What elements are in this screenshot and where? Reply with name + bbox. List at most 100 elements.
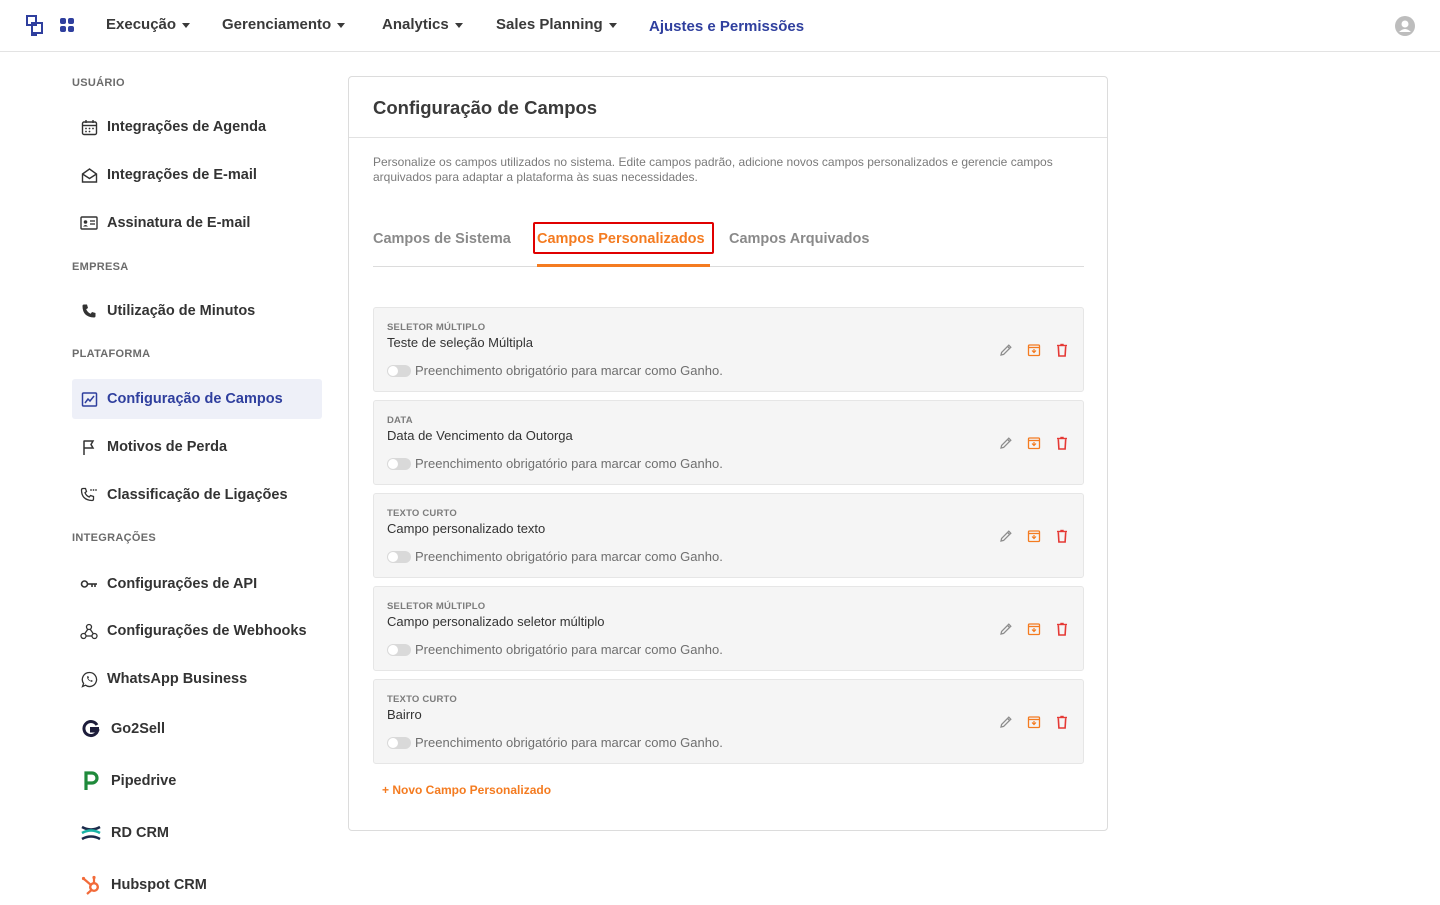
nav-ajustes-label: Ajustes e Permissões [649, 18, 805, 35]
sidebar-item-label: Motivos de Perda [107, 439, 228, 455]
archive-button[interactable] [1026, 528, 1042, 544]
field-tabs: Campos de Sistema Campos Personalizados … [373, 222, 1084, 267]
archive-button[interactable] [1026, 714, 1042, 730]
delete-button[interactable] [1054, 435, 1070, 451]
user-avatar-icon[interactable] [1395, 16, 1415, 36]
phone-rating-icon [80, 486, 98, 504]
pipedrive-logo-icon [80, 771, 102, 790]
field-type: SELETOR MÚLTIPLO [387, 601, 486, 612]
sidebar-item-motivos-perda[interactable]: Motivos de Perda [72, 427, 322, 467]
field-type: SELETOR MÚLTIPLO [387, 322, 486, 333]
required-toggle-label: Preenchimento obrigatório para marcar co… [415, 456, 723, 471]
sidebar-item-integracoes-agenda[interactable]: Integrações de Agenda [72, 107, 322, 147]
sidebar-item-rd-crm[interactable]: RD CRM [72, 813, 322, 853]
archive-icon [1027, 344, 1041, 357]
nav-gerenciamento[interactable]: Gerenciamento [222, 16, 346, 33]
nav-gerenciamento-label: Gerenciamento [222, 16, 332, 33]
required-toggle[interactable] [387, 365, 411, 377]
field-configuration-card: Configuração de Campos Personalize os ca… [348, 76, 1108, 831]
calendar-icon [80, 118, 98, 136]
field-row: SELETOR MÚLTIPLO Teste de seleção Múltip… [373, 307, 1084, 392]
archive-button[interactable] [1026, 435, 1042, 451]
nav-analytics[interactable]: Analytics [382, 16, 463, 33]
add-custom-field-button[interactable]: + Novo Campo Personalizado [382, 783, 551, 797]
pencil-icon [1000, 344, 1012, 356]
sidebar-item-utilizacao-minutos[interactable]: Utilização de Minutos [72, 291, 322, 331]
sidebar-item-configuracoes-api[interactable]: Configurações de API [72, 564, 322, 604]
page-title: Configuração de Campos [373, 97, 598, 118]
required-toggle-label: Preenchimento obrigatório para marcar co… [415, 549, 723, 564]
sidebar-item-label: Pipedrive [111, 773, 177, 789]
field-row: TEXTO CURTO Campo personalizado texto Pr… [373, 493, 1084, 578]
archive-icon [1027, 530, 1041, 543]
sidebar-item-integracoes-email[interactable]: Integrações de E-mail [72, 155, 322, 195]
sidebar-item-go2sell[interactable]: Go2Sell [72, 709, 322, 749]
sidebar-item-assinatura-email[interactable]: Assinatura de E-mail [72, 203, 322, 243]
sidebar-item-hubspot-crm[interactable]: Hubspot CRM [72, 865, 322, 905]
edit-button[interactable] [998, 342, 1014, 358]
pencil-icon [1000, 623, 1012, 635]
edit-button[interactable] [998, 621, 1014, 637]
sidebar-item-label: Integrações de Agenda [107, 119, 267, 135]
nav-execucao[interactable]: Execução [106, 16, 191, 33]
delete-button[interactable] [1054, 528, 1070, 544]
top-navigation-bar: Execução Gerenciamento Analytics Sales P… [0, 0, 1440, 52]
archive-icon [1027, 437, 1041, 450]
tab-campos-arquivados[interactable]: Campos Arquivados [729, 231, 869, 247]
sidebar-item-label: Configuração de Campos [107, 391, 283, 407]
section-title-integracoes: INTEGRAÇÕES [72, 532, 156, 544]
sidebar-item-label: Go2Sell [111, 721, 165, 737]
delete-button[interactable] [1054, 621, 1070, 637]
required-toggle-label: Preenchimento obrigatório para marcar co… [415, 363, 723, 378]
field-name: Bairro [387, 707, 422, 722]
apps-grid-icon[interactable] [59, 17, 75, 33]
trash-icon [1057, 622, 1067, 636]
sidebar-item-whatsapp-business[interactable]: WhatsApp Business [72, 659, 322, 699]
edit-button[interactable] [998, 528, 1014, 544]
archive-button[interactable] [1026, 342, 1042, 358]
trash-icon [1057, 343, 1067, 357]
tab-campos-sistema[interactable]: Campos de Sistema [373, 231, 511, 247]
section-title-usuario: USUÁRIO [72, 77, 125, 89]
app-logo-icon[interactable] [26, 15, 44, 37]
sidebar-item-label: Configurações de Webhooks [107, 623, 307, 639]
webhook-icon [80, 622, 98, 640]
nav-sales-planning[interactable]: Sales Planning [496, 16, 617, 33]
sidebar-item-label: Assinatura de E-mail [107, 215, 251, 231]
sidebar-item-configuracoes-webhooks[interactable]: Configurações de Webhooks [72, 611, 322, 651]
signature-card-icon [80, 214, 98, 232]
field-name: Campo personalizado seletor múltiplo [387, 614, 605, 629]
archive-button[interactable] [1026, 621, 1042, 637]
edit-button[interactable] [998, 435, 1014, 451]
field-name: Teste de seleção Múltipla [387, 335, 533, 350]
required-toggle[interactable] [387, 551, 411, 563]
field-row: SELETOR MÚLTIPLO Campo personalizado sel… [373, 586, 1084, 671]
required-toggle[interactable] [387, 737, 411, 749]
field-name: Campo personalizado texto [387, 521, 546, 536]
sidebar-item-classificacao-ligacoes[interactable]: Classificação de Ligações [72, 475, 322, 515]
active-tab-indicator [537, 264, 710, 267]
pencil-icon [1000, 530, 1012, 542]
sidebar-item-label: RD CRM [111, 825, 169, 841]
chevron-down-icon [337, 23, 346, 28]
card-header: Configuração de Campos [349, 77, 1107, 138]
delete-button[interactable] [1054, 342, 1070, 358]
pencil-icon [1000, 716, 1012, 728]
field-row: DATA Data de Vencimento da Outorga Preen… [373, 400, 1084, 485]
tab-campos-personalizados[interactable]: Campos Personalizados [537, 231, 705, 247]
sidebar-item-configuracao-campos[interactable]: Configuração de Campos [72, 379, 322, 419]
required-toggle-label: Preenchimento obrigatório para marcar co… [415, 642, 723, 657]
sidebar-item-label: Classificação de Ligações [107, 487, 288, 503]
field-row: TEXTO CURTO Bairro Preenchimento obrigat… [373, 679, 1084, 764]
field-type: TEXTO CURTO [387, 508, 457, 519]
edit-button[interactable] [998, 714, 1014, 730]
hubspot-logo-icon [80, 875, 102, 895]
required-toggle[interactable] [387, 644, 411, 656]
required-toggle[interactable] [387, 458, 411, 470]
delete-button[interactable] [1054, 714, 1070, 730]
envelope-icon [80, 166, 98, 184]
nav-analytics-label: Analytics [382, 16, 449, 33]
sidebar-item-pipedrive[interactable]: Pipedrive [72, 761, 322, 801]
nav-ajustes-permissoes[interactable]: Ajustes e Permissões [649, 18, 804, 35]
nav-sales-planning-label: Sales Planning [496, 16, 603, 33]
